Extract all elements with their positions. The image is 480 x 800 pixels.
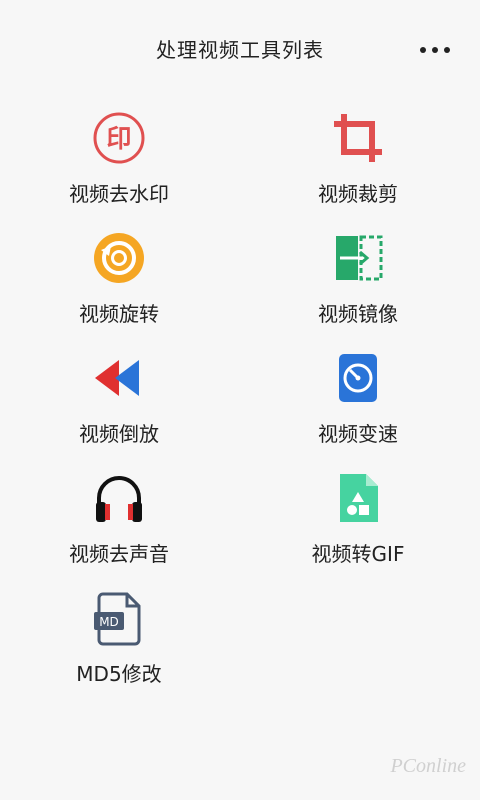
mirror-icon [336, 235, 383, 281]
speed-gauge-icon [339, 354, 377, 402]
tool-label: 视频裁剪 [318, 182, 398, 206]
more-dot [432, 47, 438, 53]
tool-to-gif[interactable]: 视频转GIF [258, 470, 458, 580]
tool-label: 视频倒放 [79, 422, 159, 446]
tool-label: 视频转GIF [311, 542, 405, 566]
tool-label: 视频去声音 [69, 542, 169, 566]
md-file-icon: MD [94, 592, 141, 646]
tool-speed[interactable]: 视频变速 [258, 350, 458, 460]
tool-mute[interactable]: 视频去声音 [19, 470, 219, 580]
tool-label: 视频变速 [318, 422, 398, 446]
tool-md5[interactable]: MD MD5修改 [19, 590, 219, 700]
rewind-icon [95, 360, 139, 396]
rotate-icon [94, 233, 144, 283]
more-icon[interactable] [420, 40, 450, 60]
headphones-icon [96, 476, 142, 522]
tool-rotate[interactable]: 视频旋转 [19, 230, 219, 340]
header-bar: 处理视频工具列表 [0, 0, 480, 92]
tool-list-screen: 处理视频工具列表 印 视频去水印 视频裁剪 视频旋转 视频镜像 视频倒放 视频变… [0, 0, 480, 800]
md-badge-text: MD [99, 615, 119, 629]
image-file-icon [340, 474, 378, 522]
site-watermark: PConline [390, 755, 466, 777]
tool-label: 视频去水印 [69, 182, 169, 206]
more-dot [444, 47, 450, 53]
watermark-stamp-icon: 印 [93, 112, 145, 164]
tool-remove-watermark[interactable]: 印 视频去水印 [19, 110, 219, 220]
watermark-stamp-glyph: 印 [106, 124, 131, 153]
tool-mirror[interactable]: 视频镜像 [258, 230, 458, 340]
tool-reverse[interactable]: 视频倒放 [19, 350, 219, 460]
tool-label: 视频镜像 [318, 302, 398, 326]
tool-crop[interactable]: 视频裁剪 [258, 110, 458, 220]
crop-icon [334, 114, 382, 162]
tool-label: 视频旋转 [79, 302, 159, 326]
page-title: 处理视频工具列表 [156, 38, 324, 62]
more-dot [420, 47, 426, 53]
tool-label: MD5修改 [76, 662, 162, 686]
